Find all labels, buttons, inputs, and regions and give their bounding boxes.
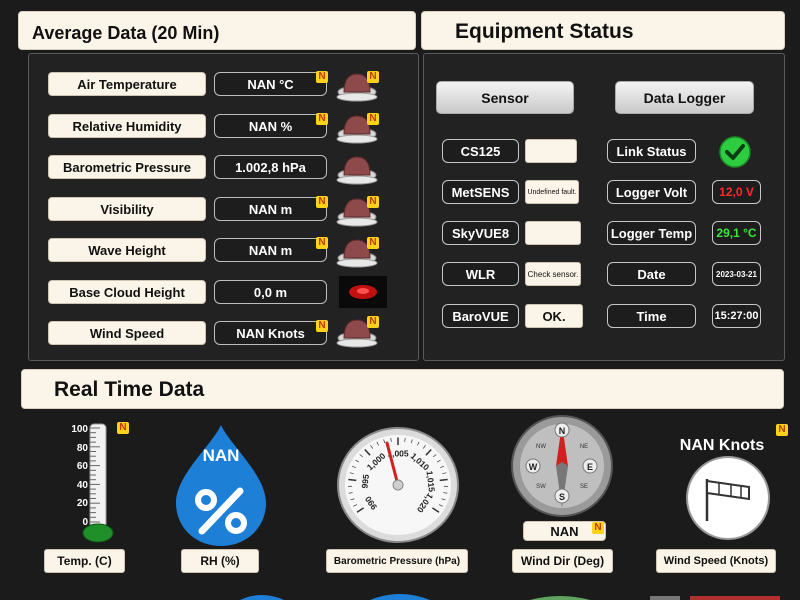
barometer-tick-mark — [439, 478, 448, 482]
wind-speed-flag: N — [316, 320, 328, 332]
sensor-cs125-status — [525, 139, 577, 163]
compass-nw: NW — [536, 444, 546, 450]
sensor-barovue-status: OK. — [525, 304, 583, 328]
compass-n: N — [559, 426, 566, 436]
logger-volt-value: 12,0 V — [712, 180, 761, 204]
visibility-value: NAN m — [214, 197, 327, 221]
compass-sw: SW — [536, 484, 546, 490]
wind-dir-flag: N — [592, 522, 604, 534]
compass-w: W — [529, 462, 538, 472]
wave-height-value: NAN m — [214, 238, 327, 262]
equipment-status-title: Equipment Status — [455, 20, 634, 43]
cloud-height-sensor-icon — [339, 276, 387, 308]
barometric-pressure-rt-label: Barometric Pressure (hPa) — [326, 549, 468, 573]
thermo-tick-40: 40 — [77, 480, 89, 491]
compass-e: E — [587, 462, 593, 472]
logger-date-value: 2023-03-21 — [712, 262, 761, 286]
equipment-status-header: Equipment Status — [421, 11, 785, 50]
compass-ne: NE — [580, 444, 588, 450]
visibility-sensor-flag: N — [367, 196, 379, 208]
link-status-check-icon — [719, 136, 751, 168]
barometric-pressure-label: Barometric Pressure — [48, 155, 206, 179]
sensor-header-button[interactable]: Sensor — [436, 81, 574, 114]
wave-height-flag: N — [316, 237, 328, 249]
sensor-metsens-status: Undefined fault. — [525, 180, 579, 204]
thermo-tick-80: 80 — [77, 443, 89, 454]
barometric-pressure-value: 1.002,8 hPa — [214, 155, 327, 179]
logger-time-label: Time — [607, 304, 696, 328]
thermo-tick-100: 100 — [71, 424, 88, 435]
thermo-tick-0: 0 — [82, 517, 88, 528]
wave-height-sensor-flag: N — [367, 237, 379, 249]
sensor-metsens-label: MetSENS — [442, 180, 519, 204]
compass-s: S — [559, 492, 565, 502]
relative-humidity-label: Relative Humidity — [48, 114, 206, 138]
humidity-drop-icon — [176, 425, 266, 546]
wind-speed-rt-label: Wind Speed (Knots) — [656, 549, 776, 573]
logger-temp-label: Logger Temp — [607, 221, 696, 245]
wind-speed-rt-value: NAN Knots — [679, 437, 765, 454]
base-cloud-height-label: Base Cloud Height — [48, 280, 206, 304]
thermometer-gauge: 100 80 60 40 20 0 — [71, 423, 114, 543]
relative-humidity-flag: N — [316, 113, 328, 125]
sensor-skyvue8-label: SkyVUE8 — [442, 221, 519, 245]
air-temperature-flag: N — [316, 71, 328, 83]
realtime-data-header: Real Time Data — [21, 369, 784, 409]
windsock-icon — [686, 456, 770, 540]
temp-label: Temp. (C) — [44, 549, 125, 573]
visibility-flag: N — [316, 196, 328, 208]
relative-humidity-value: NAN % — [214, 114, 327, 138]
realtime-data-title: Real Time Data — [54, 378, 205, 401]
rh-label: RH (%) — [181, 549, 259, 573]
barometer-tick-label: 995 — [359, 473, 371, 489]
wind-dir-label: Wind Dir (Deg) — [512, 549, 613, 573]
sensor-wlr-status: Check sensor. — [525, 262, 581, 286]
wave-height-label: Wave Height — [48, 238, 206, 262]
wind-speed-label: Wind Speed — [48, 321, 206, 345]
sensor-wlr-label: WLR — [442, 262, 519, 286]
barometer-gauge: 9909951,000 1,005 1,0101,0151,020 — [337, 427, 459, 543]
wind-speed-sensor-flag: N — [367, 316, 379, 328]
air-temperature-sensor-flag: N — [367, 71, 379, 83]
wind-speed-rt-flag: N — [776, 424, 788, 436]
wind-speed-value: NAN Knots — [214, 321, 327, 345]
thermo-tick-60: 60 — [77, 461, 89, 472]
sensor-skyvue8-status — [525, 221, 581, 245]
thermo-tick-20: 20 — [77, 498, 89, 509]
relative-humidity-sensor-flag: N — [367, 113, 379, 125]
logger-volt-label: Logger Volt — [607, 180, 696, 204]
compass-se: SE — [580, 484, 588, 490]
bottom-decor — [240, 594, 780, 600]
visibility-label: Visibility — [48, 197, 206, 221]
logger-link-status-label: Link Status — [607, 139, 696, 163]
base-cloud-height-value: 0,0 m — [214, 280, 327, 304]
data-logger-header-button[interactable]: Data Logger — [615, 81, 754, 114]
sensor-cs125-label: CS125 — [442, 139, 519, 163]
wind-direction-compass: N E S W NE SE SW NW — [511, 415, 613, 517]
air-temperature-value: NAN °C — [214, 72, 327, 96]
barometric-pressure-sensor-icon — [336, 156, 378, 185]
logger-temp-value: 29,1 °C — [712, 221, 761, 245]
thermometer-flag: N — [117, 422, 129, 434]
logger-date-label: Date — [607, 262, 696, 286]
sensor-barovue-label: BaroVUE — [442, 304, 519, 328]
barometer-tick-mark — [348, 478, 357, 482]
logger-time-value: 15:27:00 — [712, 304, 761, 328]
air-temperature-label: Air Temperature — [48, 72, 206, 96]
average-data-title: Average Data (20 Min) — [32, 23, 220, 43]
rh-value: NAN — [202, 446, 240, 465]
average-data-header: Average Data (20 Min) — [18, 11, 416, 50]
